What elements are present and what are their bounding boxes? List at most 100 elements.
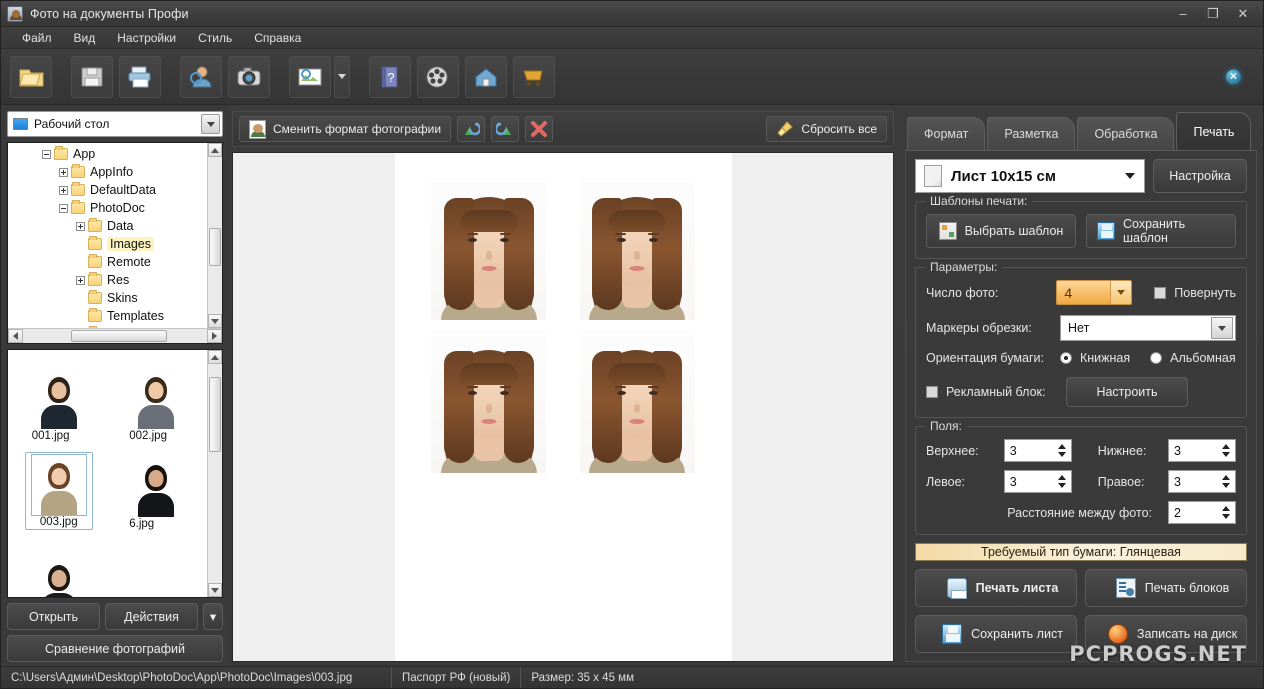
margin-left-stepper[interactable]: 3 (1003, 470, 1072, 493)
actions-button[interactable]: Действия (105, 603, 198, 630)
tree-scroll-thumb[interactable] (209, 227, 221, 266)
delete-x-icon[interactable] (525, 116, 554, 142)
rotate-left-icon[interactable] (457, 116, 486, 142)
print-blocks-button[interactable]: Печать блоков (1085, 569, 1247, 607)
thumbnails-scroll-down-button[interactable] (208, 583, 222, 597)
rotate-checkbox[interactable] (1154, 286, 1167, 299)
tree-vertical-scrollbar[interactable] (207, 143, 222, 328)
tree-scroll-right-button[interactable] (207, 329, 222, 343)
sheet-photo[interactable] (431, 177, 547, 320)
tree-scroll-up-button[interactable] (208, 143, 222, 157)
help-book-icon[interactable]: ? (369, 55, 411, 98)
choose-template-button[interactable]: Выбрать шаблон (926, 214, 1076, 248)
toolbar-close-icon[interactable]: ✕ (1226, 69, 1241, 84)
crop-markers-select[interactable]: Нет (1060, 315, 1236, 341)
sheet-size-combo-arrow[interactable] (1118, 161, 1142, 191)
expand-icon[interactable] (59, 185, 68, 195)
stepper-up-icon[interactable] (1222, 506, 1230, 511)
sheet-photo[interactable] (579, 177, 695, 320)
orientation-portrait-radio[interactable] (1060, 352, 1072, 364)
stepper-up-icon[interactable] (1057, 475, 1066, 480)
setup-button[interactable]: Настройка (1153, 159, 1247, 193)
tree-node[interactable]: DefaultData (8, 181, 207, 199)
menu-item-style[interactable]: Стиль (187, 29, 243, 47)
menu-item-view[interactable]: Вид (63, 29, 107, 47)
ad-block-configure-button[interactable]: Настроить (1066, 377, 1188, 407)
save-template-button[interactable]: Сохранить шаблон (1086, 214, 1236, 248)
ad-block-checkbox[interactable] (926, 386, 938, 398)
menu-item-file[interactable]: Файл (11, 29, 63, 47)
tree-node[interactable]: PhotoDoc (8, 199, 207, 217)
location-combo[interactable]: Рабочий стол (7, 111, 223, 137)
person-search-icon[interactable] (180, 55, 222, 98)
tree-node[interactable]: Remote (8, 253, 207, 271)
tree-node[interactable]: Res (8, 271, 207, 289)
change-photo-format-button[interactable]: Сменить формат фотографии (239, 116, 452, 142)
tree-node[interactable]: Images (8, 235, 207, 253)
open-folder-icon[interactable] (10, 55, 52, 98)
expand-icon[interactable] (76, 275, 85, 285)
home-icon[interactable] (465, 55, 507, 98)
thumbnail-item[interactable]: 002.jpg (108, 356, 206, 444)
thumbnail-item[interactable]: 6.jpg (108, 444, 206, 532)
save-floppy-icon[interactable] (71, 55, 113, 98)
print-icon[interactable] (119, 55, 161, 98)
expand-icon[interactable] (76, 221, 85, 231)
expand-icon[interactable] (59, 167, 68, 177)
shopping-cart-icon[interactable] (513, 55, 555, 98)
tree-node[interactable]: App (8, 145, 207, 163)
tree-scroll-left-button[interactable] (8, 329, 23, 343)
thumbnail-list[interactable]: 001.jpg 002.jpg 003.jpg 6.jpg (8, 350, 207, 597)
film-reel-icon[interactable] (417, 55, 459, 98)
stepper-down-icon[interactable] (1057, 483, 1066, 488)
stepper-up-icon[interactable] (1222, 475, 1230, 480)
location-combo-arrow[interactable] (201, 114, 220, 134)
minimize-button[interactable]: – (1175, 7, 1191, 20)
tree-node[interactable]: Data (8, 217, 207, 235)
maximize-button[interactable]: ❐ (1205, 7, 1221, 20)
folder-tree[interactable]: App AppInfo DefaultData PhotoDoc Data Images R… (8, 143, 207, 328)
actions-dropdown-button[interactable]: ▾ (203, 603, 223, 630)
photo-count-stepper[interactable]: 4 (1056, 280, 1133, 305)
stepper-down-icon[interactable] (1222, 483, 1230, 488)
compare-photos-button[interactable]: Сравнение фотографий (7, 635, 223, 662)
thumbnail-item[interactable] (10, 532, 108, 597)
photo-spacing-stepper[interactable]: 2 (1168, 501, 1236, 524)
open-button[interactable]: Открыть (7, 603, 100, 630)
burn-disc-button[interactable]: Записать на диск (1085, 615, 1247, 653)
sheet-size-combo[interactable]: Лист 10x15 см (915, 159, 1145, 193)
tree-hscroll-thumb[interactable] (70, 330, 167, 342)
thumbnails-scroll-thumb[interactable] (209, 377, 221, 453)
margin-bottom-stepper[interactable]: 3 (1168, 439, 1236, 462)
tab-processing[interactable]: Обработка (1077, 117, 1175, 150)
thumbnails-scroll-up-button[interactable] (208, 350, 222, 364)
margin-top-stepper[interactable]: 3 (1003, 439, 1072, 462)
print-sheet-button[interactable]: Печать листа (915, 569, 1077, 607)
stepper-down-icon[interactable] (1222, 514, 1230, 519)
photo-count-dropdown-arrow[interactable] (1111, 281, 1132, 304)
stepper-down-icon[interactable] (1057, 452, 1066, 457)
save-sheet-button[interactable]: Сохранить лист (915, 615, 1077, 653)
sheet-photo[interactable] (579, 330, 695, 473)
collapse-icon[interactable] (59, 203, 68, 213)
crop-markers-arrow[interactable] (1211, 317, 1233, 339)
tree-node[interactable]: Templates (8, 307, 207, 325)
tab-print[interactable]: Печать (1176, 112, 1252, 150)
sheet-preview-area[interactable] (232, 152, 894, 662)
menu-item-settings[interactable]: Настройки (106, 29, 187, 47)
stepper-up-icon[interactable] (1222, 444, 1230, 449)
tab-format[interactable]: Формат (907, 117, 986, 150)
camera-icon[interactable] (228, 55, 270, 98)
reset-all-button[interactable]: Сбросить все (766, 116, 887, 142)
orientation-landscape-radio[interactable] (1150, 352, 1163, 364)
tree-node[interactable]: AppInfo (8, 163, 207, 181)
margin-right-stepper[interactable]: 3 (1168, 470, 1236, 493)
thumbnail-item[interactable]: 001.jpg (10, 356, 108, 444)
rotate-right-icon[interactable] (491, 116, 520, 142)
tree-node[interactable]: Skins (8, 289, 207, 307)
thumbnails-vertical-scrollbar[interactable] (207, 350, 222, 597)
close-button[interactable]: ✕ (1235, 7, 1251, 20)
tab-layout[interactable]: Разметка (987, 117, 1076, 150)
tree-node[interactable]: Clothes (8, 325, 207, 328)
stepper-up-icon[interactable] (1057, 444, 1066, 449)
